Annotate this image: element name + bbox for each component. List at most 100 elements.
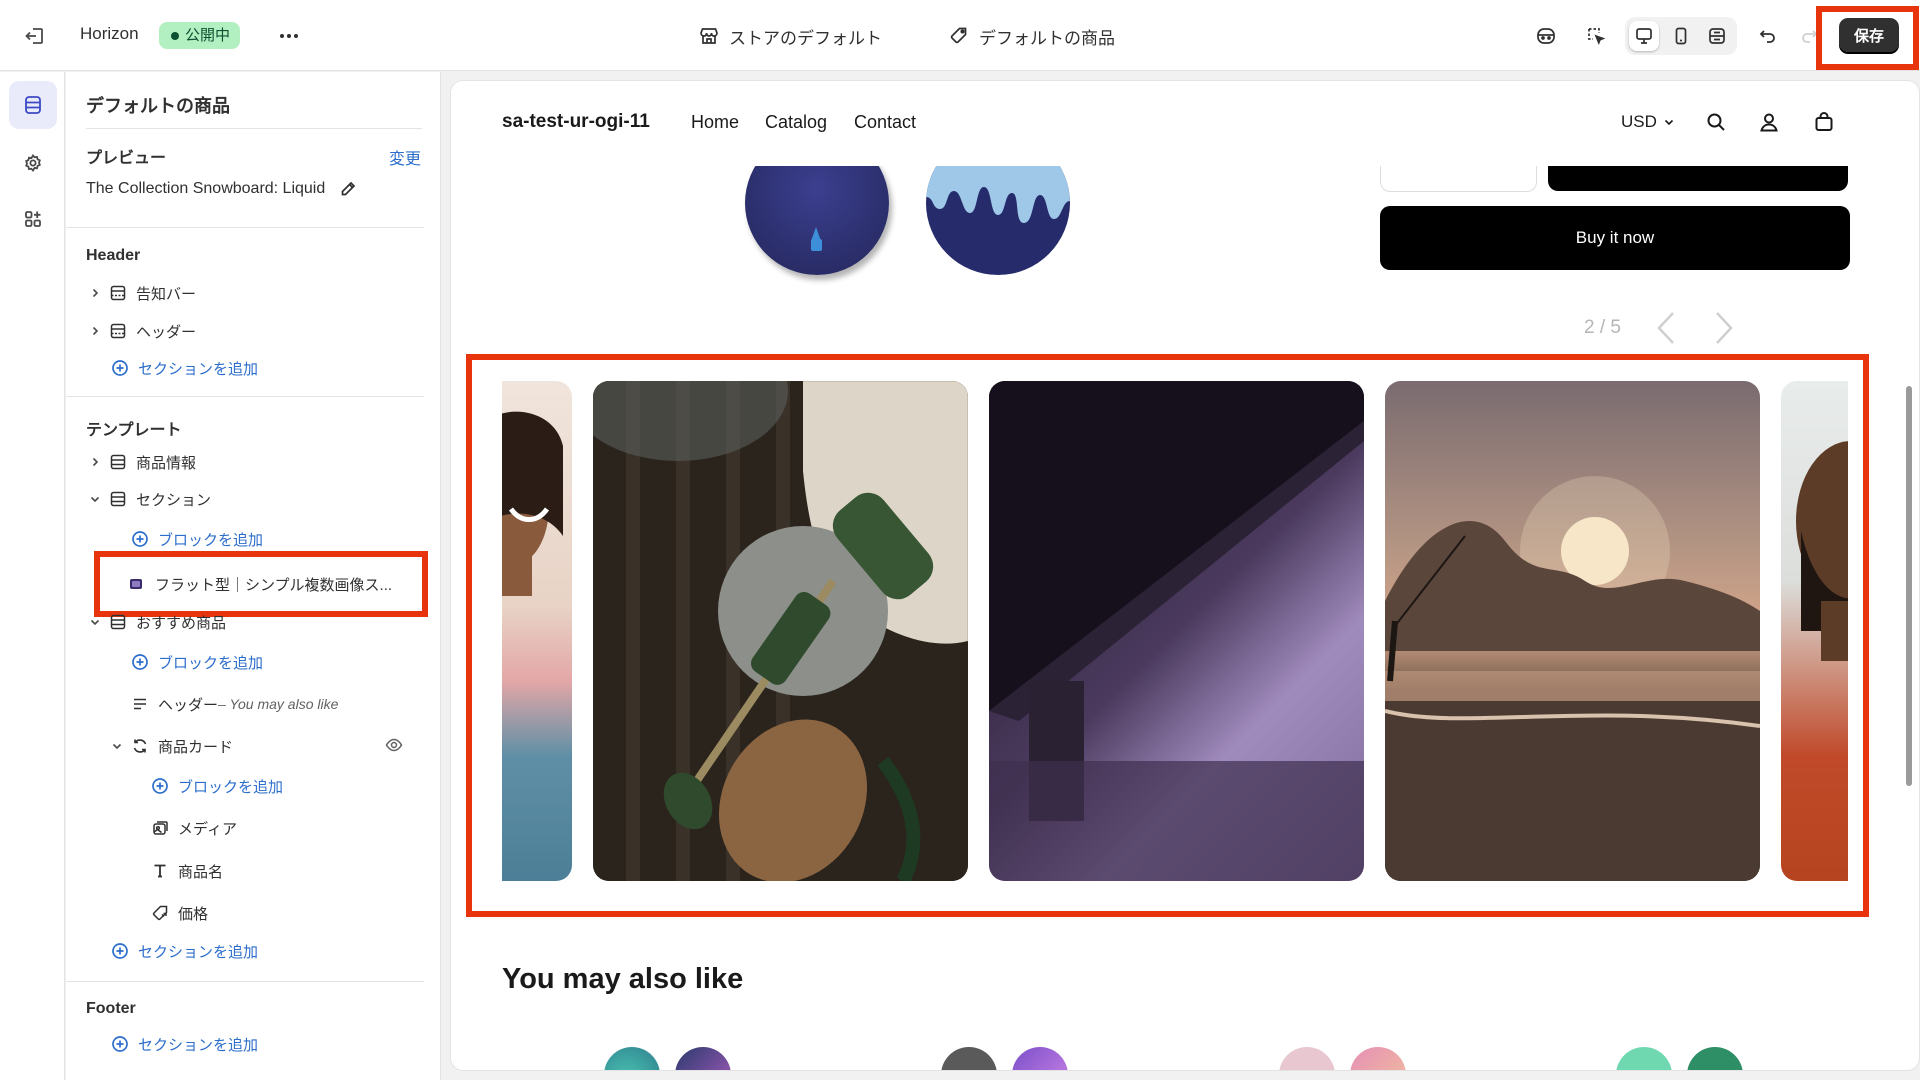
- store-default-button[interactable]: ストアのデフォルト: [698, 22, 882, 50]
- pencil-icon[interactable]: [339, 180, 357, 198]
- sections-sidebar: デフォルトの商品 プレビュー 変更 The Collection Snowboa…: [66, 72, 441, 1080]
- divider: [66, 396, 424, 397]
- divider: [86, 128, 422, 129]
- image-slider[interactable]: [502, 381, 1848, 886]
- store-icon: [698, 25, 720, 47]
- tree-item-product-title[interactable]: 商品名: [148, 856, 223, 886]
- tree-item-label: 商品情報: [136, 454, 197, 472]
- buy-it-now-button[interactable]: Buy it now: [1380, 206, 1850, 270]
- undo-icon[interactable]: [1753, 21, 1783, 51]
- section-layout-icon: [106, 281, 130, 305]
- plus-circle-icon: [108, 1032, 132, 1056]
- product-thumbnail[interactable]: [1279, 1047, 1335, 1070]
- add-section-footer[interactable]: セクションを追加: [108, 1029, 258, 1059]
- fullscreen-view-icon[interactable]: [1702, 21, 1732, 51]
- slide-image-portrait-man[interactable]: [1781, 381, 1848, 881]
- settings-gear-icon[interactable]: [9, 139, 57, 187]
- section-layout-icon: [106, 450, 130, 474]
- divider: [66, 227, 424, 228]
- chevron-right-icon[interactable]: [84, 325, 106, 337]
- tree-item-section[interactable]: セクション: [84, 484, 211, 514]
- product-thumbnail[interactable]: [675, 1047, 731, 1070]
- apps-icon[interactable]: [9, 195, 57, 243]
- product-thumbnail[interactable]: [1012, 1047, 1068, 1070]
- desktop-view-icon[interactable]: [1629, 21, 1659, 51]
- quantity-selector[interactable]: [1380, 166, 1537, 192]
- save-button[interactable]: 保存: [1839, 18, 1899, 52]
- chevron-down-icon: [1663, 116, 1675, 128]
- slide-image-sunset-beach[interactable]: [1385, 381, 1760, 881]
- app-block-icon: [129, 577, 143, 591]
- tree-item-label: メディア: [178, 820, 237, 838]
- chevron-down-icon[interactable]: [84, 616, 106, 628]
- tree-item-recommended-products[interactable]: おすすめ商品: [84, 607, 226, 637]
- add-section-template[interactable]: セクションを追加: [108, 936, 258, 966]
- plus-circle-icon: [128, 650, 152, 674]
- slide-image-jade-roller[interactable]: [593, 381, 968, 881]
- add-block-section[interactable]: ブロックを追加: [128, 524, 263, 554]
- add-to-cart-button[interactable]: [1548, 166, 1848, 191]
- exit-icon[interactable]: [20, 23, 50, 49]
- add-section-label: セクションを追加: [138, 360, 259, 378]
- sections-icon[interactable]: [9, 81, 57, 129]
- chevron-down-icon[interactable]: [84, 493, 106, 505]
- footer-group-heading: Footer: [86, 1000, 136, 1017]
- nav-link-contact[interactable]: Contact: [854, 112, 916, 133]
- tree-item-header[interactable]: ヘッダー: [84, 316, 196, 346]
- preview-scrollbar[interactable]: [1906, 386, 1912, 786]
- text-align-icon: [128, 692, 152, 716]
- chevron-right-icon[interactable]: [84, 287, 106, 299]
- you-may-also-like-heading: You may also like: [502, 963, 744, 995]
- selected-block-flat-image-slider[interactable]: フラット型｜シンプル複数画像ス...: [111, 562, 414, 606]
- account-icon[interactable]: [1754, 107, 1784, 137]
- plus-circle-icon: [128, 527, 152, 551]
- add-block-recommended[interactable]: ブロックを追加: [128, 647, 263, 677]
- slide-image-portrait-woman[interactable]: [502, 381, 572, 881]
- sidebar-title: デフォルトの商品: [86, 96, 230, 116]
- nav-link-catalog[interactable]: Catalog: [765, 112, 827, 133]
- product-thumbnail[interactable]: [941, 1047, 997, 1070]
- preview-product[interactable]: The Collection Snowboard: Liquid: [86, 180, 357, 198]
- tree-item-price[interactable]: 価格: [148, 898, 208, 928]
- theme-name: Horizon: [80, 24, 139, 43]
- arrow-right-icon[interactable]: [1705, 307, 1739, 349]
- tree-item-media[interactable]: メディア: [148, 813, 237, 843]
- sidekick-icon[interactable]: [1531, 21, 1561, 51]
- inspector-icon[interactable]: [1581, 21, 1611, 51]
- search-icon[interactable]: [1701, 107, 1731, 137]
- divider: [66, 981, 424, 982]
- tree-item-label: 価格: [178, 905, 209, 923]
- product-thumbnail[interactable]: [1350, 1047, 1406, 1070]
- add-block-label: ブロックを追加: [178, 778, 284, 796]
- tree-item-announcement-bar[interactable]: 告知バー: [84, 278, 196, 308]
- price-tag-icon: [148, 901, 172, 925]
- tree-item-product-card[interactable]: 商品カード: [106, 731, 424, 761]
- currency-selector[interactable]: USD: [1621, 112, 1675, 132]
- product-thumbnail[interactable]: [1687, 1047, 1743, 1070]
- tree-item-product-info[interactable]: 商品情報: [84, 447, 196, 477]
- store-name[interactable]: sa-test-ur-ogi-11: [502, 111, 650, 133]
- slide-image-bridge[interactable]: [989, 381, 1364, 881]
- tree-item-label: 商品カード: [158, 738, 234, 756]
- product-thumbnail[interactable]: [1616, 1047, 1672, 1070]
- mobile-view-icon[interactable]: [1666, 21, 1696, 51]
- product-thumbnail[interactable]: [604, 1047, 660, 1070]
- tree-item-label: おすすめ商品: [136, 614, 227, 632]
- template-group-heading: テンプレート: [86, 422, 182, 439]
- refresh-icon: [128, 734, 152, 758]
- nav-link-home[interactable]: Home: [691, 112, 739, 133]
- plus-circle-icon: [108, 939, 132, 963]
- arrow-left-icon[interactable]: [1651, 307, 1685, 349]
- add-section-header[interactable]: セクションを追加: [108, 353, 258, 383]
- tree-item-heading-block[interactable]: ヘッダー – You may also like: [128, 689, 338, 719]
- tree-item-label: 商品名: [178, 863, 224, 881]
- cart-icon[interactable]: [1809, 107, 1839, 137]
- default-product-button[interactable]: デフォルトの商品: [948, 22, 1115, 50]
- viewport-switcher: [1625, 17, 1737, 55]
- eye-visibility-icon[interactable]: [385, 736, 403, 754]
- more-actions-icon[interactable]: [274, 22, 304, 50]
- change-preview-link[interactable]: 変更: [389, 145, 421, 169]
- chevron-down-icon[interactable]: [106, 740, 128, 752]
- add-block-product-card[interactable]: ブロックを追加: [148, 771, 283, 801]
- chevron-right-icon[interactable]: [84, 456, 106, 468]
